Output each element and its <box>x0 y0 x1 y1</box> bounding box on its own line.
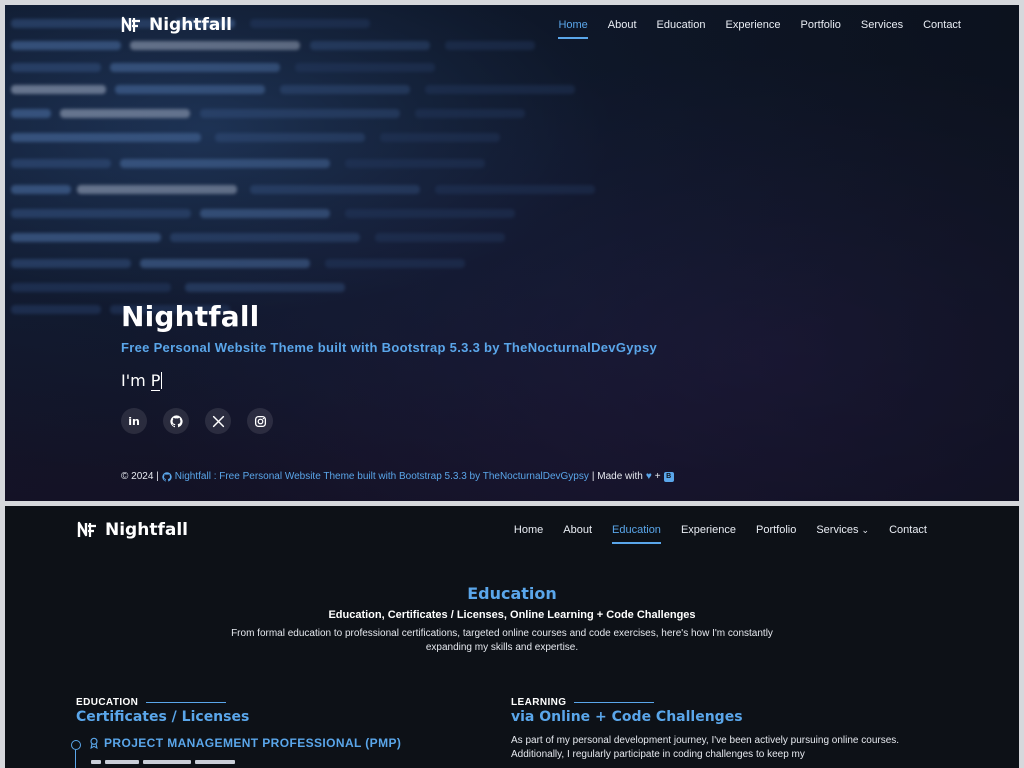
timeline-line <box>75 750 76 768</box>
cert-item-details-cutoff <box>91 760 251 764</box>
instagram-button[interactable] <box>247 408 273 434</box>
page-nav-about[interactable]: About <box>553 520 602 540</box>
x-icon <box>212 415 224 427</box>
hero-nav-portfolio[interactable]: Portfolio <box>791 15 851 35</box>
nightfall-logo-icon <box>77 521 97 539</box>
award-icon <box>90 737 98 749</box>
x-button[interactable] <box>205 408 231 434</box>
eyebrow-divider <box>146 702 227 703</box>
footer-made-with: | Made with <box>591 471 643 482</box>
learning-eyebrow-label: LEARNING <box>511 697 567 708</box>
page-nav-services[interactable]: Services ⌄ <box>806 520 879 540</box>
chevron-down-icon: ⌄ <box>861 525 870 535</box>
hero-nav-links: Home About Education Experience Portfoli… <box>548 15 971 39</box>
hero-nav-experience[interactable]: Experience <box>715 15 790 35</box>
hero-footer: © 2024 | Nightfall : Free Personal Websi… <box>121 471 674 482</box>
hero-nav-education[interactable]: Education <box>647 15 716 35</box>
github-icon <box>169 414 183 427</box>
instagram-icon <box>254 415 266 427</box>
page-nav-home[interactable]: Home <box>504 520 553 540</box>
hero-brand-name: Nightfall <box>149 15 232 35</box>
bootstrap-icon: B <box>663 471 674 482</box>
page-nav-experience[interactable]: Experience <box>671 520 746 540</box>
page-nav-portfolio[interactable]: Portfolio <box>746 520 806 540</box>
page-navbar: Nightfall Home About Education Experienc… <box>77 520 937 544</box>
learning-heading: via Online + Code Challenges <box>511 709 743 725</box>
typed-text: P <box>150 371 161 391</box>
education-description: From formal education to professional ce… <box>231 628 773 653</box>
hero-nav-home[interactable]: Home <box>548 15 597 39</box>
cert-item-pmp: PROJECT MANAGEMENT PROFESSIONAL (PMP) <box>89 736 401 750</box>
hero-nav-contact[interactable]: Contact <box>913 15 971 35</box>
nightfall-logo-icon <box>121 16 141 34</box>
hero-nav-about[interactable]: About <box>598 15 647 35</box>
page-nav-links: Home About Education Experience Portfoli… <box>504 520 937 544</box>
footer-site-link[interactable]: Nightfall : Free Personal Website Theme … <box>175 471 589 482</box>
education-title: Education <box>467 584 557 603</box>
certificates-heading: Certificates / Licenses <box>76 709 250 725</box>
learning-eyebrow: LEARNING <box>511 697 655 708</box>
cert-item-label: PROJECT MANAGEMENT PROFESSIONAL (PMP) <box>104 736 402 750</box>
page-nav-education[interactable]: Education <box>602 520 671 544</box>
heart-icon: ♥ <box>645 471 652 482</box>
linkedin-button[interactable]: in <box>121 408 147 434</box>
social-links: in <box>121 408 273 434</box>
page-brand-name: Nightfall <box>105 520 188 540</box>
eyebrow-divider <box>574 702 655 703</box>
footer-plus: + <box>654 471 661 482</box>
github-small-icon <box>162 471 172 481</box>
footer-copyright: © 2024 | <box>121 471 159 482</box>
education-page: Nightfall Home About Education Experienc… <box>5 506 1019 768</box>
education-subtitle: Education, Certificates / Licenses, Onli… <box>328 609 696 621</box>
page-brand[interactable]: Nightfall <box>77 520 188 540</box>
hero-typed-line: I'm P <box>121 371 163 391</box>
education-eyebrow-label: EDUCATION <box>76 697 139 708</box>
hero-title: Nightfall <box>121 300 260 333</box>
github-button[interactable] <box>163 408 189 434</box>
hero-subtitle: Free Personal Website Theme built with B… <box>121 340 658 355</box>
learning-text: As part of my personal development journ… <box>511 735 900 760</box>
education-eyebrow: EDUCATION <box>76 697 227 708</box>
hero-navbar: Nightfall Home About Education Experienc… <box>121 15 971 39</box>
page-nav-contact[interactable]: Contact <box>879 520 937 540</box>
services-label: Services <box>816 524 859 536</box>
hero-nav-services[interactable]: Services <box>851 15 913 35</box>
typed-cursor <box>161 372 163 389</box>
hero-section: Nightfall Home About Education Experienc… <box>5 5 1019 501</box>
timeline-dot <box>71 740 81 750</box>
hero-brand[interactable]: Nightfall <box>121 15 232 35</box>
linkedin-icon: in <box>128 414 140 428</box>
typed-prefix: I'm <box>121 371 151 390</box>
